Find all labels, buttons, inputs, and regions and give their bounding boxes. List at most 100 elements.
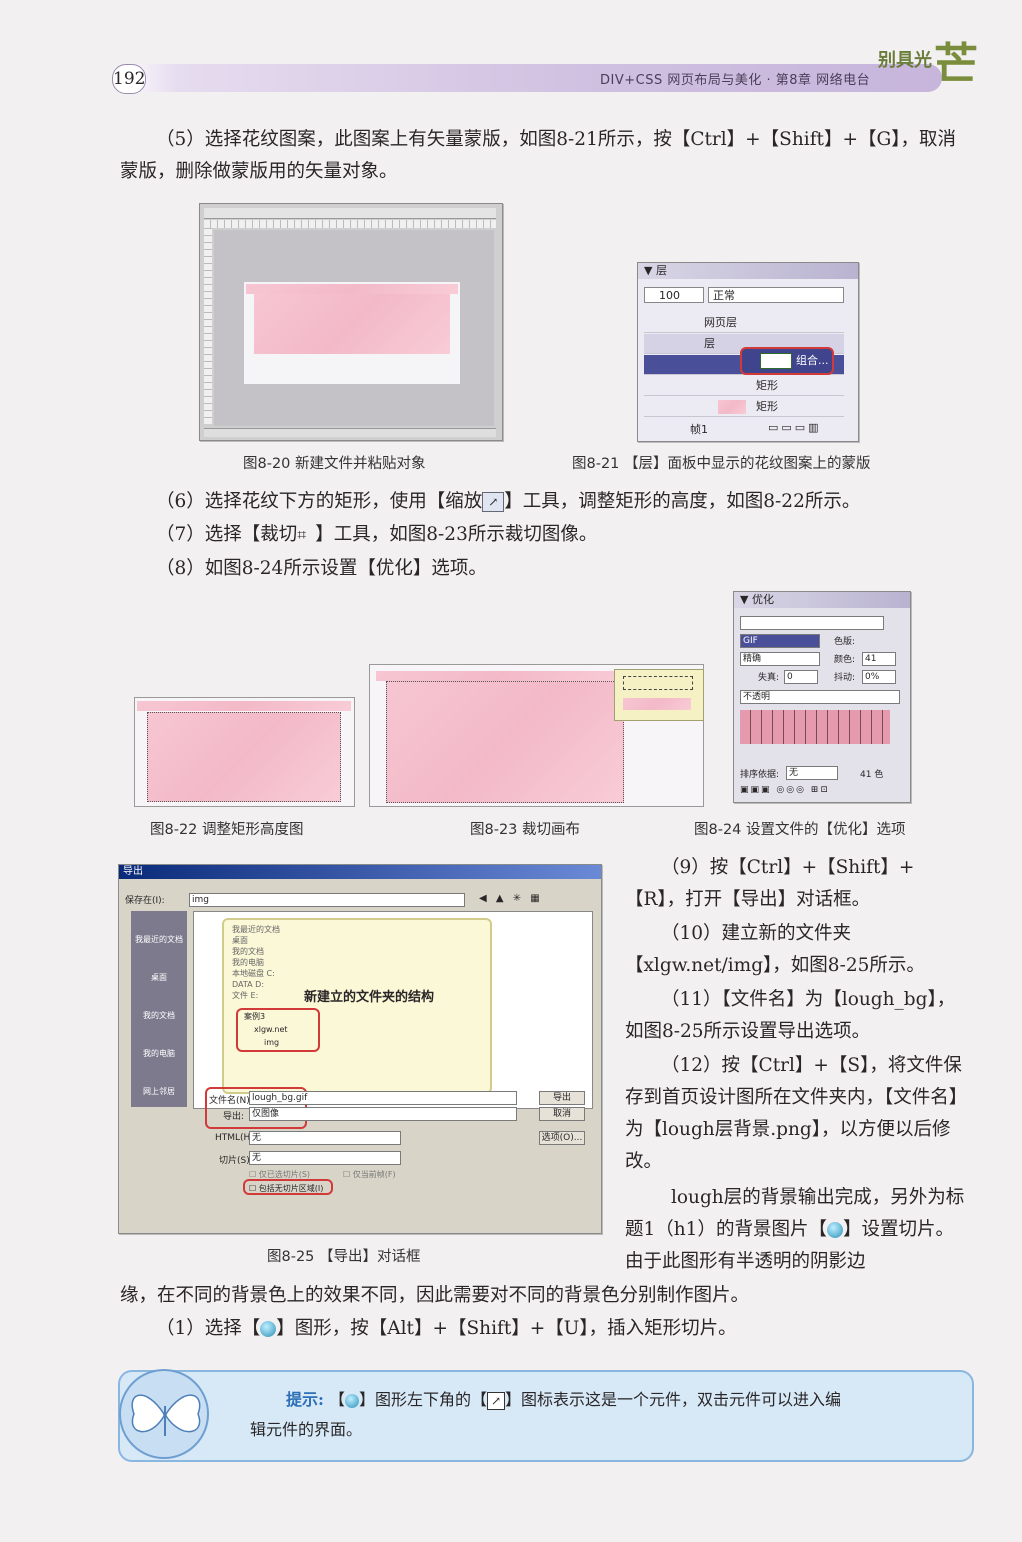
optimize-panel-title: 优化 [751,593,774,606]
object-row-rect1[interactable]: 矩形 [644,376,844,396]
running-title: DIV+CSS 网页布局与美化 · 第8章 网络电台 [600,73,871,88]
step-6-text: （6）选择花纹下方的矩形，使用【缩放 [156,491,483,512]
export-type-label: 导出: [223,1112,245,1122]
pink-rectangle-resized [147,712,341,802]
folder-parent[interactable]: 案例3 [244,1010,318,1023]
include-area-checkbox[interactable]: ☐ 包括无切片区域(I) [243,1179,333,1195]
place-item[interactable]: 我的电脑 [135,1035,183,1073]
status-bar [204,428,496,437]
mask-thumbnail [760,353,792,369]
layer-row-web[interactable]: 网页层 [644,313,844,333]
place-item[interactable]: 我的文档 [135,997,183,1035]
palette-select[interactable]: 精确 [740,652,820,666]
slices-select[interactable]: 无 [249,1151,401,1165]
folder-site[interactable]: xlgw.net [244,1023,318,1036]
colors-field[interactable]: 41 [862,652,896,666]
brand-mark: 芒 [934,39,978,90]
rect1-label: 矩形 [756,379,778,392]
brand-text: 别具光 [878,50,932,71]
sort-label: 排序依据: [740,770,780,780]
selected-slices-label: 仅已选切片(S) [258,1170,311,1179]
paragraph-h1-intro-continued: 缘，在不同的背景色上的效果不同，因此需要对不同的背景色分别制作图片。 [120,1285,750,1306]
place-item[interactable]: 我最近的文档 [135,921,183,959]
save-in-select[interactable]: img [189,893,465,907]
tree-item[interactable]: 我的文档 [232,946,280,957]
scale-tool-icon: ↗ [482,492,505,512]
step-7-text-end: 】工具，如图8-23所示裁切图像。 [315,524,598,545]
optimize-panel-header: ▼ 优化 [734,592,910,608]
loss-field[interactable]: 0 [784,670,818,684]
paragraph-step-5: （5）选择花纹图案，此图案上有矢量蒙版，如图8-21所示，按【Ctrl】+【Sh… [120,129,957,182]
optimize-tool-icons[interactable]: ▣▣▣ ◎◎◎ ⊞⊡ [740,785,830,795]
caption-fig-8-21: 图8-21 【层】面板中显示的花纹图案上的蒙版 [572,456,871,472]
pink-rectangle [254,294,450,354]
dither-field[interactable]: 0% [862,670,896,684]
tip-text-d: 辑元件的界面。 [250,1420,363,1439]
current-frame-label: 仅当前帧(F) [352,1170,396,1179]
tree-item[interactable]: DATA D: [232,979,280,990]
filename-input[interactable]: lough_bg.gif [249,1091,517,1105]
place-item[interactable]: 网上邻居 [135,1073,183,1111]
rect2-label: 矩形 [756,400,778,413]
optimize-preset-select[interactable] [740,616,884,630]
options-button[interactable]: 选项(O)... [539,1131,585,1145]
paragraph-h1-intro: lough层的背景输出完成，另外为标题1（h1）的背景图片【 】设置切片。由于此图… [625,1182,969,1278]
ruler-horizontal [204,220,496,228]
places-list[interactable]: 我最近的文档 桌面 我的文档 我的电脑 网上邻居 [135,921,183,1111]
place-item[interactable]: 桌面 [135,959,183,997]
document-tab-bar [204,208,496,219]
include-area-label: 包括无切片区域(I) [258,1184,324,1193]
color-count: 41 色 [860,770,884,780]
current-frame-checkbox[interactable]: ☐ 仅当前帧(F) [343,1169,396,1180]
opacity-field[interactable]: 100 [644,287,704,303]
h1-graphic-icon [260,1321,277,1337]
export-type-select[interactable]: 仅图像 [249,1107,517,1121]
nav-toolbar-icons[interactable]: ◀ ▲ ✳ ▦ [479,893,543,904]
format-select[interactable]: GIF [740,634,820,648]
tree-item[interactable]: 桌面 [232,935,280,946]
layer-panel-tool-icons[interactable]: ▭▭▭▥ [768,421,822,434]
optimize-panel: ▼ 优化 GIF 色版: 精确 颜色: 41 失真: 0 抖动: 0% 不透明 … [733,591,911,803]
step-1-text-b: 】图形，按【Alt】+【Shift】+【U】，插入矩形切片。 [276,1318,737,1339]
save-in-label: 保存在(I): [125,896,165,906]
mask-highlight: 组合... [740,347,834,375]
file-browser: 我最近的文档 桌面 我的文档 我的电脑 本地磁盘 C: DATA D: 文件 E… [193,911,593,1109]
paragraph-step-12: （12）按【Ctrl】+【S】，将文件保存到首页设计图所在文件夹内，【文件名】为… [625,1055,968,1172]
paragraph-step-8: （8）如图8-24所示设置【优化】选项。 [156,558,487,579]
layers-panel-header: ▼ 层 [638,263,858,279]
blend-mode-select[interactable]: 正常 [708,287,844,303]
crop-detail-pink [623,698,691,710]
tip-text-c: 】图标表示这是一个元件，双击元件可以进入编 [505,1390,842,1409]
tree-item[interactable]: 我最近的文档 [232,924,280,935]
cancel-button[interactable]: 取消 [539,1107,585,1121]
crop-region [386,681,624,803]
pink-bar [246,284,458,294]
figure-8-20-screenshot [199,203,503,441]
export-button[interactable]: 导出 [539,1091,585,1105]
transparency-select[interactable]: 不透明 [740,690,900,704]
html-select[interactable]: 无 [249,1131,401,1145]
tree-item[interactable]: 本地磁盘 C: [232,968,280,979]
tip-label: 提示: [286,1390,324,1409]
step-6-text-end: 】工具，调整矩形的高度，如图8-22所示。 [504,491,861,512]
tree-item[interactable]: 文件 E: [232,990,280,1001]
places-bar: 我最近的文档 桌面 我的文档 我的电脑 网上邻居 [131,911,187,1107]
crop-zoom-callout [614,669,704,721]
color-table[interactable] [740,710,890,744]
folder-img[interactable]: img [244,1036,318,1049]
folder-tree-callout: 我最近的文档 桌面 我的文档 我的电脑 本地磁盘 C: DATA D: 文件 E… [222,918,492,1094]
layer-web-label: 网页层 [704,316,737,329]
step-7-text: （7）选择【裁切 [156,524,298,545]
caption-fig-8-20: 图8-20 新建文件并粘贴对象 [243,456,426,472]
filename-label: 文件名(N): [209,1096,253,1106]
group-object-label: 组合... [796,354,829,367]
h1-graphic-icon [826,1222,843,1238]
caption-fig-8-25: 图8-25 【导出】对话框 [267,1249,421,1265]
sort-select[interactable]: 无 [786,766,838,780]
paragraph-step-10: （10）建立新的文件夹【xlgw.net/img】，如图8-25所示。 [625,923,925,976]
dither-label: 抖动: [834,673,856,683]
layer-main-label: 层 [704,337,715,350]
loss-label: 失真: [758,673,780,683]
tree-item[interactable]: 我的电脑 [232,957,280,968]
matte-label: 色版: [834,637,856,647]
